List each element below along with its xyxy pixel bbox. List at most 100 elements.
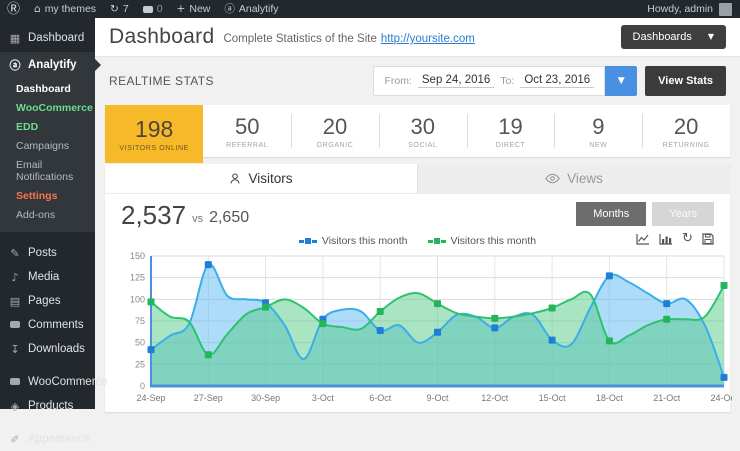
- sidebar-item-label: Appearance: [28, 433, 90, 445]
- stat-value: 198: [135, 116, 173, 143]
- woocommerce-bubble-icon: [9, 376, 21, 388]
- media-icon: ♪: [9, 272, 21, 283]
- svg-text:3-Oct: 3-Oct: [312, 393, 335, 403]
- legend-item-green[interactable]: Visitors this month: [428, 235, 537, 247]
- stat-organic: 20 ORGANIC: [291, 105, 379, 157]
- home-icon: ⌂: [34, 4, 41, 15]
- svg-text:12-Oct: 12-Oct: [481, 393, 509, 403]
- stat-label: SOCIAL: [408, 142, 437, 149]
- submenu-item-settings[interactable]: Settings: [16, 186, 95, 205]
- sidebar-item-products[interactable]: ◈ Products: [0, 394, 95, 418]
- svg-text:25: 25: [135, 359, 145, 369]
- sidebar-item-appearance[interactable]: ✐ Appearance: [0, 427, 95, 451]
- tab-views[interactable]: Views: [417, 164, 730, 193]
- sidebar-analytify-block: ⓐ Analytify Dashboard WooCommerce EDD Ca…: [0, 52, 95, 232]
- sidebar-item-woocommerce[interactable]: WooCommerce: [0, 370, 95, 394]
- stat-value: 9: [592, 114, 604, 140]
- adminbar-new[interactable]: + New: [170, 0, 218, 18]
- years-button[interactable]: Years: [652, 202, 714, 226]
- tabs: Visitors Views: [105, 164, 730, 194]
- legend-marker-blue: [299, 237, 317, 246]
- stat-value: 50: [235, 114, 259, 140]
- sidebar-item-media[interactable]: ♪ Media: [0, 265, 95, 289]
- sidebar-item-label: WooCommerce: [28, 376, 108, 388]
- page-subtitle: Complete Statistics of the Sitehttp://yo…: [223, 33, 474, 45]
- analytify-label: Analytify: [239, 3, 279, 15]
- sidebar-item-posts[interactable]: ✎ Posts: [0, 241, 95, 265]
- updates-count: 7: [123, 3, 129, 15]
- from-date-input[interactable]: Sep 24, 2016: [418, 74, 494, 88]
- legend-item-blue[interactable]: Visitors this month: [299, 235, 408, 247]
- date-range-box: From: Sep 24, 2016 To: Oct 23, 2016: [373, 66, 605, 96]
- from-label: From:: [384, 75, 411, 87]
- stat-label: DIRECT: [496, 142, 526, 149]
- stat-visitors-online: 198 VISITORS ONLINE: [105, 105, 203, 163]
- sidebar-item-label: Comments: [28, 319, 84, 331]
- adminbar-analytify[interactable]: ⓐ Analytify: [217, 0, 285, 18]
- sidebar-item-comments[interactable]: Comments: [0, 313, 95, 337]
- svg-text:15-Oct: 15-Oct: [539, 393, 567, 403]
- chevron-down-icon: ▼: [618, 77, 625, 86]
- date-dropdown-button[interactable]: ▼: [605, 66, 637, 96]
- svg-text:27-Sep: 27-Sep: [194, 393, 223, 403]
- stat-referral: 50 REFERRAL: [203, 105, 291, 157]
- submenu-item-edd[interactable]: EDD: [16, 117, 95, 136]
- range-toggle: Months Years: [576, 202, 714, 226]
- sidebar-item-label: Media: [28, 271, 59, 283]
- stat-new: 9 NEW: [554, 105, 642, 157]
- svg-text:30-Sep: 30-Sep: [251, 393, 280, 403]
- sidebar-item-label: Dashboard: [28, 32, 84, 44]
- adminbar-site-menu[interactable]: ⌂ my themes: [27, 0, 103, 18]
- adminbar-comments[interactable]: 0: [136, 0, 170, 18]
- cube-icon: ◈: [9, 401, 21, 412]
- dashboards-dropdown-button[interactable]: Dashboards ▼: [621, 25, 726, 49]
- submenu-item-addons[interactable]: Add-ons: [16, 205, 95, 224]
- submenu-item-woocommerce[interactable]: WooCommerce: [16, 98, 95, 117]
- gauge-icon: ▦: [9, 33, 21, 44]
- svg-text:6-Oct: 6-Oct: [369, 393, 392, 403]
- submenu-item-email-notifications[interactable]: Email Notifications: [16, 155, 95, 186]
- analytify-submenu: Dashboard WooCommerce EDD Campaigns Emai…: [0, 78, 95, 232]
- svg-text:24-Sep: 24-Sep: [136, 393, 165, 403]
- bar-chart-icon[interactable]: [659, 233, 673, 245]
- legend-marker-green: [428, 237, 446, 246]
- sidebar-item-pages[interactable]: ▤ Pages: [0, 289, 95, 313]
- sidebar-item-analytify[interactable]: ⓐ Analytify: [0, 52, 95, 78]
- chart-toolbar: ↻: [636, 232, 714, 245]
- chart-svg: 025507510012515024-Sep27-Sep30-Sep3-Oct6…: [111, 250, 732, 410]
- previous-total: 2,650: [209, 209, 249, 227]
- legend-row: Visitors this month Visitors this month …: [105, 228, 730, 248]
- site-name: my themes: [45, 3, 96, 15]
- howdy-text[interactable]: Howdy, admin: [647, 3, 713, 15]
- tab-visitors[interactable]: Visitors: [105, 164, 417, 193]
- wordpress-logo-icon[interactable]: Ⓡ: [0, 0, 27, 18]
- months-button[interactable]: Months: [576, 202, 646, 226]
- sidebar-item-downloads[interactable]: ↧ Downloads: [0, 337, 95, 361]
- submenu-item-campaigns[interactable]: Campaigns: [16, 136, 95, 155]
- chart-panel: Visitors Views 2,537 vs 2,650 Months Yea…: [105, 164, 730, 412]
- pin-icon: ✎: [9, 248, 21, 259]
- svg-text:150: 150: [130, 251, 145, 261]
- submenu-item-dashboard[interactable]: Dashboard: [16, 79, 95, 98]
- sidebar-item-label: Analytify: [28, 59, 77, 71]
- analytify-icon: ⓐ: [9, 60, 21, 71]
- site-url-link[interactable]: http://yoursite.com: [381, 33, 475, 45]
- date-range-widget: From: Sep 24, 2016 To: Oct 23, 2016 ▼ Vi…: [373, 66, 726, 96]
- refresh-icon[interactable]: ↻: [682, 232, 693, 245]
- view-stats-button[interactable]: View Stats: [645, 66, 726, 96]
- to-date-input[interactable]: Oct 23, 2016: [520, 74, 594, 88]
- chart-area: 025507510012515024-Sep27-Sep30-Sep3-Oct6…: [105, 248, 730, 412]
- avatar[interactable]: [719, 3, 732, 16]
- sidebar: ▦ Dashboard ⓐ Analytify Dashboard WooCom…: [0, 18, 95, 409]
- stat-returning: 20 RETURNING: [642, 105, 730, 157]
- sidebar-item-label: Downloads: [28, 343, 85, 355]
- adminbar-updates[interactable]: ↻ 7: [103, 0, 136, 18]
- stat-label: REFERRAL: [226, 142, 268, 149]
- line-chart-icon[interactable]: [636, 233, 650, 245]
- sidebar-item-dashboard[interactable]: ▦ Dashboard: [0, 26, 95, 50]
- legend-label: Visitors this month: [322, 235, 408, 247]
- stat-label: NEW: [589, 142, 607, 149]
- save-icon[interactable]: [702, 233, 714, 245]
- svg-text:125: 125: [130, 273, 145, 283]
- comments-count: 0: [157, 3, 163, 15]
